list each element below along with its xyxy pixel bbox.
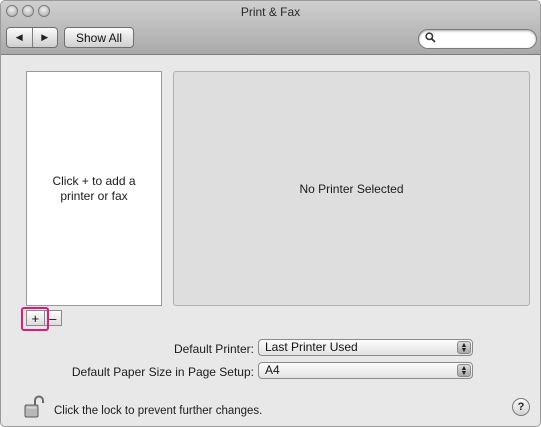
printer-detail-pane: No Printer Selected	[173, 71, 530, 306]
back-button[interactable]: ◀	[7, 28, 32, 47]
lock-icon[interactable]	[24, 395, 44, 419]
popup-arrows-icon: ▲ ▼	[457, 364, 471, 377]
paper-size-value: A4	[265, 363, 280, 377]
default-printer-label: Default Printer:	[173, 342, 254, 356]
paper-size-label: Default Paper Size in Page Setup:	[71, 365, 254, 379]
lock-status-text: Click the lock to prevent further change…	[54, 405, 263, 417]
printer-list-empty-message: Click + to add a printer or fax	[52, 173, 136, 203]
window-title: Print & Fax	[240, 5, 301, 19]
back-arrow-icon: ◀	[15, 32, 23, 42]
no-printer-selected-message: No Printer Selected	[299, 181, 404, 196]
add-button-highlight	[21, 307, 49, 331]
search-field[interactable]	[418, 29, 537, 49]
show-all-button[interactable]: Show All	[64, 27, 134, 48]
popup-arrows-icon: ▲ ▼	[457, 341, 471, 354]
forward-button[interactable]: ▶	[31, 28, 58, 47]
back-forward-control: ◀ ▶	[6, 27, 58, 48]
default-printer-popup[interactable]: Last Printer Used ▲ ▼	[258, 339, 473, 356]
search-icon	[425, 32, 436, 46]
help-button[interactable]: ?	[512, 398, 530, 416]
print-fax-window: Print & Fax ◀ ▶ Show All Click + to add …	[0, 0, 541, 427]
paper-size-popup[interactable]: A4 ▲ ▼	[258, 362, 473, 379]
forward-arrow-icon: ▶	[41, 32, 49, 42]
printer-list[interactable]: Click + to add a printer or fax	[26, 71, 162, 306]
default-printer-value: Last Printer Used	[265, 340, 358, 354]
titlebar: Print & Fax ◀ ▶ Show All	[1, 1, 540, 55]
